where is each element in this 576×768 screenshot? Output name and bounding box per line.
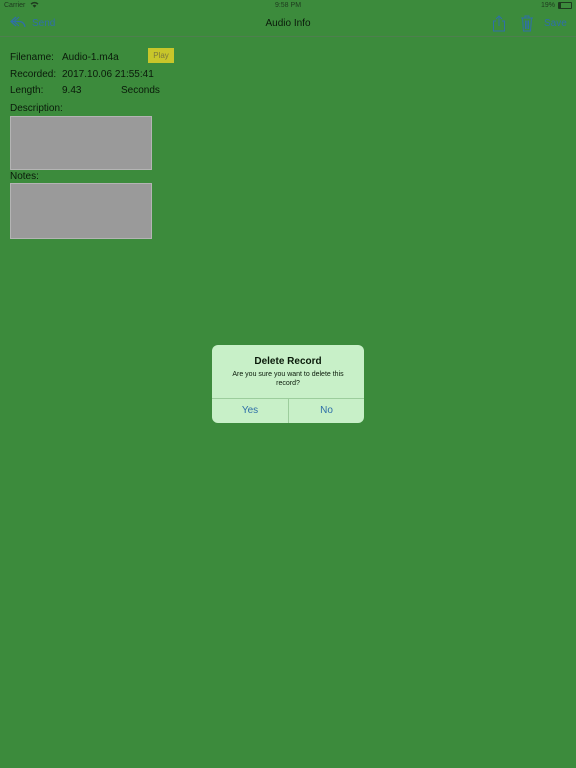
trash-icon (520, 15, 534, 36)
battery-icon (558, 2, 572, 9)
notes-field[interactable] (10, 183, 152, 239)
page-title: Audio Info (265, 18, 311, 29)
filename-value: Audio-1.m4a (62, 52, 119, 63)
alert-yes-button[interactable]: Yes (212, 399, 288, 423)
delete-button[interactable] (520, 15, 534, 37)
status-time: 9:58 PM (274, 2, 302, 9)
battery-indicator: 19% (541, 2, 572, 9)
alert-title: Delete Record (254, 356, 322, 367)
length-value: 9.43 (62, 85, 82, 96)
play-button[interactable]: Play (148, 48, 174, 63)
navigation-bar: Send Audio Info Save (0, 12, 576, 37)
alert-message: Are you sure you want to delete this rec… (232, 371, 344, 387)
battery-fill (559, 3, 562, 8)
length-label: Length: (10, 85, 44, 96)
battery-percent: 19% (540, 2, 555, 9)
delete-record-alert: Delete Record Are you sure you want to d… (212, 345, 364, 423)
notes-label: Notes: (10, 171, 39, 182)
description-field[interactable] (10, 116, 152, 170)
alert-no-button[interactable]: No (289, 399, 364, 423)
share-button[interactable] (492, 15, 506, 37)
length-unit: Seconds (121, 85, 160, 96)
filename-label: Filename: (10, 52, 54, 63)
save-button[interactable]: Save (544, 18, 567, 29)
description-label: Description: (10, 103, 63, 114)
status-bar: Carrier 9:58 PM 19% (0, 0, 576, 12)
recorded-value: 2017.10.06 21:55:41 (62, 69, 154, 80)
recorded-label: Recorded: (10, 69, 57, 80)
share-icon (492, 15, 506, 36)
